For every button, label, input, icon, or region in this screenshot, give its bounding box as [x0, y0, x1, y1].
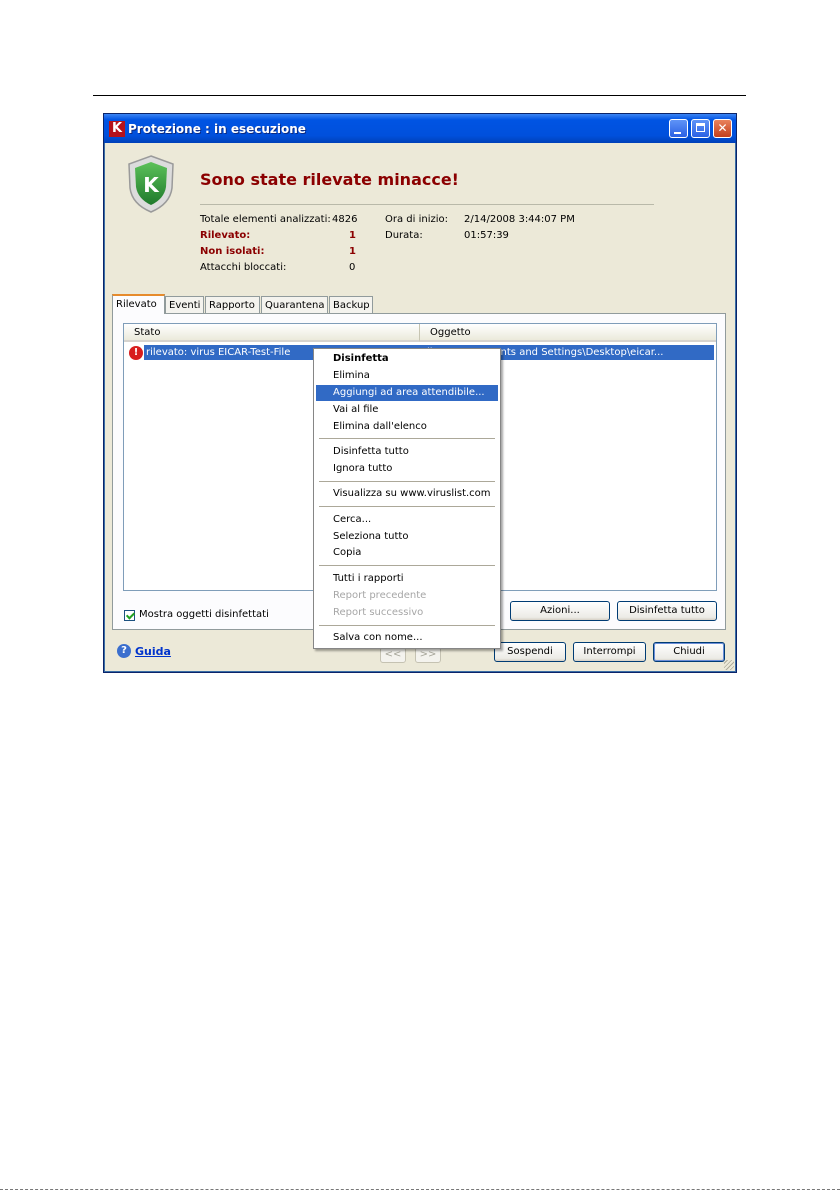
kaspersky-logo-icon: K — [109, 121, 125, 137]
menu-separator — [319, 438, 495, 439]
total-scanned-value: 4826 — [332, 214, 358, 225]
menu-separator — [319, 481, 495, 482]
menu-item-disinfect-all[interactable]: Disinfetta tutto — [316, 444, 498, 460]
menu-item-copy[interactable]: Copia — [316, 545, 498, 561]
resize-grip[interactable] — [724, 660, 734, 670]
column-header-stato[interactable]: Stato — [124, 324, 420, 342]
tab-rilevato[interactable]: Rilevato — [112, 294, 165, 314]
menu-item-all-reports[interactable]: Tutti i rapporti — [316, 571, 498, 587]
menu-item-go-to-file[interactable]: Vai al file — [316, 402, 498, 418]
start-time-value: 2/14/2008 3:44:07 PM — [464, 214, 575, 225]
menu-item-ignore-all[interactable]: Ignora tutto — [316, 461, 498, 477]
menu-item-disinfetta[interactable]: Disinfetta — [316, 351, 498, 367]
menu-item-previous-report: Report precedente — [333, 590, 427, 601]
tab-backup[interactable]: Backup — [329, 296, 373, 313]
menu-separator — [319, 565, 495, 566]
menu-item-add-trusted[interactable]: Aggiungi ad area attendibile... — [316, 385, 498, 401]
minimize-button[interactable] — [669, 119, 688, 138]
previous-button[interactable]: << — [380, 647, 406, 663]
menu-separator — [319, 506, 495, 507]
start-time-label: Ora di inizio: — [385, 214, 449, 225]
close-window-button[interactable]: ✕ — [713, 119, 732, 138]
help-icon[interactable]: ? — [117, 644, 131, 658]
not-isolated-value: 1 — [349, 246, 356, 257]
detected-label: Rilevato: — [200, 230, 251, 241]
tab-rapporto[interactable]: Rapporto — [205, 296, 260, 313]
suspend-button[interactable]: Sospendi — [494, 642, 566, 662]
detected-value: 1 — [349, 230, 356, 241]
show-disinfected-label[interactable]: Mostra oggetti disinfettati — [139, 609, 269, 620]
help-link[interactable]: Guida — [135, 645, 171, 658]
menu-item-select-all[interactable]: Seleziona tutto — [316, 529, 498, 545]
minimize-icon — [674, 132, 681, 134]
next-button[interactable]: >> — [415, 647, 441, 663]
window-title: Protezione : in esecuzione — [128, 122, 306, 136]
column-header-oggetto[interactable]: Oggetto — [420, 324, 716, 342]
tab-eventi[interactable]: Eventi — [165, 296, 204, 313]
menu-item-remove-from-list[interactable]: Elimina dall'elenco — [316, 419, 498, 435]
maximize-icon — [696, 123, 705, 132]
header-divider — [200, 204, 654, 205]
not-isolated-label: Non isolati: — [200, 246, 265, 257]
close-button[interactable]: Chiudi — [653, 642, 725, 662]
threat-headline: Sono state rilevate minacce! — [200, 170, 459, 189]
blocked-attacks-value: 0 — [349, 262, 356, 273]
shield-icon: K — [128, 155, 174, 213]
menu-item-view-viruslist[interactable]: Visualizza su www.viruslist.com — [316, 486, 498, 502]
menu-item-save-as[interactable]: Salva con nome... — [316, 630, 498, 646]
menu-item-next-report: Report successivo — [333, 607, 424, 618]
stop-button[interactable]: Interrompi — [573, 642, 646, 662]
show-disinfected-checkbox[interactable] — [124, 610, 135, 621]
tab-quarantena[interactable]: Quarantena — [261, 296, 328, 313]
title-bar[interactable]: K Protezione : in esecuzione ✕ — [104, 114, 736, 143]
actions-button[interactable]: Azioni... — [510, 601, 610, 621]
page-top-rule — [93, 95, 746, 96]
total-scanned-label: Totale elementi analizzati: — [200, 214, 331, 225]
duration-value: 01:57:39 — [464, 230, 509, 241]
page-bottom-rule — [0, 1189, 840, 1190]
threat-alert-icon: ! — [129, 346, 143, 360]
maximize-button[interactable] — [691, 119, 710, 138]
menu-item-elimina[interactable]: Elimina — [316, 368, 498, 384]
disinfect-all-button[interactable]: Disinfetta tutto — [617, 601, 717, 621]
blocked-attacks-label: Attacchi bloccati: — [200, 262, 287, 273]
context-menu: Disinfetta Elimina Aggiungi ad area atte… — [313, 348, 501, 649]
menu-separator — [319, 625, 495, 626]
shield-letter: K — [143, 173, 160, 197]
duration-label: Durata: — [385, 230, 423, 241]
menu-item-search[interactable]: Cerca... — [316, 512, 498, 528]
